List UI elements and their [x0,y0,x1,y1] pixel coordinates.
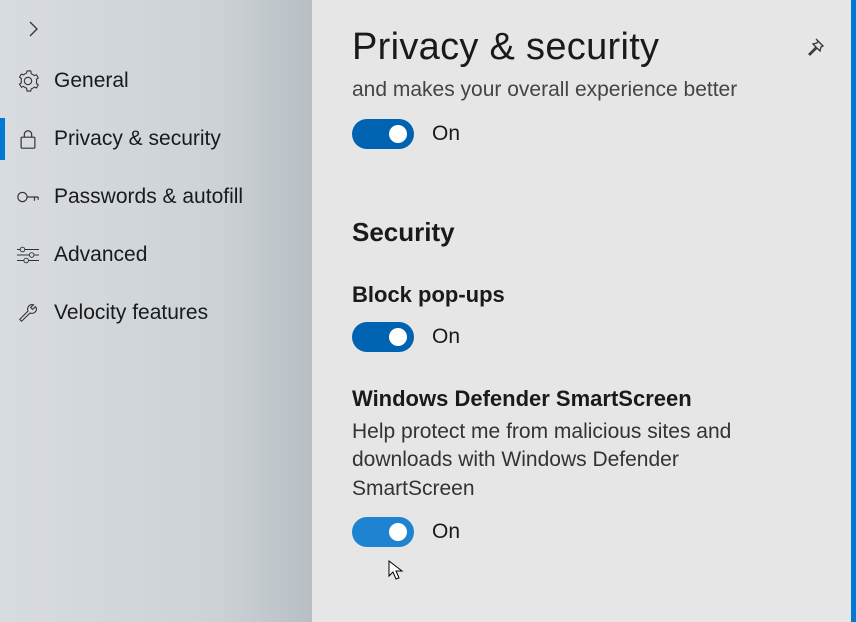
toggle-block-popups[interactable] [352,322,414,352]
sidebar-item-general[interactable]: General [0,52,312,110]
chevron-right-icon [22,17,46,41]
sidebar-item-label: General [54,69,129,93]
setting-toggle-row: On [352,517,816,547]
main-panel: Privacy & security and makes your overal… [312,0,856,622]
toggle-state-label: On [432,520,460,544]
setting-title-block-popups: Block pop-ups [352,282,816,308]
setting-description-smartscreen: Help protect me from malicious sites and… [352,418,772,503]
sidebar-item-advanced[interactable]: Advanced [0,226,312,284]
page-title: Privacy & security [352,26,659,69]
pin-icon[interactable] [802,36,826,60]
sliders-icon [16,243,40,267]
toggle-state-label: On [432,122,460,146]
wrench-icon [16,301,40,325]
setting-toggle-row: On [352,119,816,149]
setting-title-smartscreen: Windows Defender SmartScreen [352,386,816,412]
sidebar: General Privacy & security Passwords & a… [0,0,312,622]
sidebar-back-row[interactable] [0,6,312,52]
toggle-knob [389,125,407,143]
sidebar-item-label: Advanced [54,243,147,267]
sidebar-item-label: Privacy & security [54,127,221,151]
lock-icon [16,127,40,151]
sidebar-item-label: Passwords & autofill [54,185,243,209]
sidebar-item-passwords-autofill[interactable]: Passwords & autofill [0,168,312,226]
toggle-knob [389,523,407,541]
key-icon [16,185,40,209]
toggle-knob [389,328,407,346]
toggle-experience[interactable] [352,119,414,149]
main-header: Privacy & security [312,0,856,81]
main-scroll: and makes your overall experience better… [312,81,856,622]
toggle-smartscreen[interactable] [352,517,414,547]
setting-toggle-row: On [352,322,816,352]
gear-icon [16,69,40,93]
setting-description-partial: and makes your overall experience better [352,81,816,102]
section-heading-security: Security [352,217,816,248]
sidebar-item-label: Velocity features [54,301,208,325]
toggle-state-label: On [432,325,460,349]
sidebar-item-privacy-security[interactable]: Privacy & security [0,110,312,168]
sidebar-item-velocity-features[interactable]: Velocity features [0,284,312,342]
